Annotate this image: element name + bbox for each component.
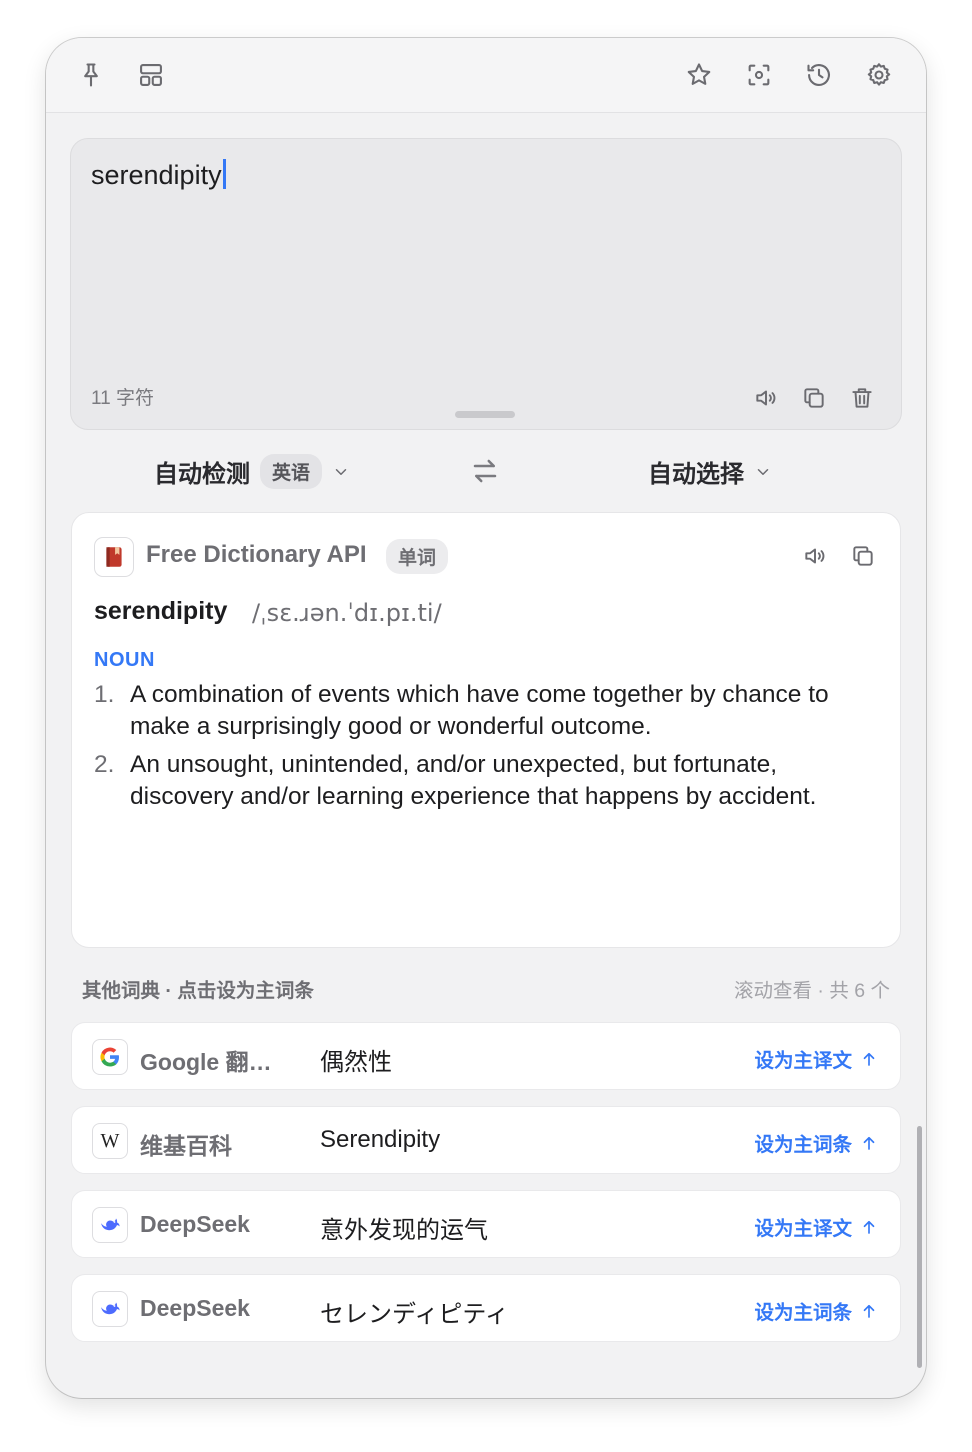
- scrollbar[interactable]: [917, 1126, 922, 1368]
- chevron-down-icon: [754, 463, 772, 481]
- language-row: 自动检测 英语 自动选择: [46, 448, 926, 494]
- definition-item: 1. A combination of events which have com…: [94, 681, 829, 740]
- result-source-name: 维基百科: [140, 1133, 232, 1159]
- google-icon: [92, 1039, 128, 1075]
- other-dictionaries-heading: 其他词典 · 点击设为主词条: [82, 980, 314, 1002]
- source-language-label: 自动检测: [154, 461, 250, 488]
- result-text: 偶然性: [320, 1049, 392, 1076]
- source-text-input[interactable]: serendipity: [91, 159, 226, 191]
- pin-icon[interactable]: [74, 58, 108, 92]
- result-row-wikipedia[interactable]: W 维基百科 Serendipity 设为主词条: [71, 1106, 901, 1174]
- main-dictionary-card: Free Dictionary API 单词 serendipity /ˌsɛ.…: [71, 512, 901, 948]
- trash-icon[interactable]: [847, 383, 877, 413]
- chevron-down-icon: [332, 463, 350, 481]
- scan-icon[interactable]: [742, 58, 776, 92]
- arrow-up-icon: [863, 1220, 875, 1234]
- source-language-selector[interactable]: 自动检测 英语: [154, 454, 350, 489]
- toolbar: [46, 38, 926, 113]
- resize-handle[interactable]: [455, 411, 515, 418]
- result-row-deepseek[interactable]: DeepSeek 意外发现的运气 设为主译文: [71, 1190, 901, 1258]
- result-text: Serendipity: [320, 1126, 441, 1153]
- result-source-name: DeepSeek: [140, 1295, 250, 1321]
- book-icon: [94, 537, 134, 577]
- definition-item: 2. An unsought, unintended, and/or unexpe…: [94, 751, 817, 810]
- detected-language-badge: 英语: [260, 454, 323, 489]
- headword: serendipity: [94, 597, 228, 625]
- result-source-name: DeepSeek: [140, 1211, 250, 1237]
- copy-icon[interactable]: [799, 383, 829, 413]
- scroll-hint: 滚动查看 · 共 6 个: [733, 980, 890, 1002]
- arrow-up-icon: [863, 1136, 875, 1150]
- translator-window: serendipity 11 字符 自动检测 英语 自动选择 Free Dict…: [46, 38, 926, 1398]
- history-icon[interactable]: [802, 58, 836, 92]
- set-primary-button[interactable]: 设为主译文: [754, 1212, 878, 1241]
- deepseek-icon: [92, 1207, 128, 1243]
- result-text: セレンディピティ: [320, 1301, 509, 1328]
- char-count: 11 字符: [91, 388, 155, 409]
- target-language-selector[interactable]: 自动选择: [648, 454, 772, 489]
- result-row-deepseek[interactable]: DeepSeek セレンディピティ 设为主词条: [71, 1274, 901, 1342]
- star-icon[interactable]: [682, 58, 716, 92]
- set-primary-button[interactable]: 设为主词条: [754, 1128, 878, 1157]
- set-primary-button[interactable]: 设为主译文: [754, 1044, 878, 1073]
- result-row-google[interactable]: Google 翻… 偶然性 设为主译文: [71, 1022, 901, 1090]
- gear-icon[interactable]: [862, 58, 896, 92]
- wikipedia-icon: W: [92, 1123, 128, 1159]
- source-text-box[interactable]: serendipity 11 字符: [70, 138, 902, 430]
- phonetic: /ˌsɛ.ɹən.ˈdɪ.pɪ.ti/: [252, 599, 442, 627]
- text-caret: [222, 159, 226, 189]
- source-name: Free Dictionary API: [146, 541, 367, 568]
- arrow-up-icon: [863, 1304, 875, 1318]
- speaker-icon[interactable]: [751, 383, 781, 413]
- layout-icon[interactable]: [134, 58, 168, 92]
- target-language-label: 自动选择: [648, 461, 744, 488]
- word-type-badge: 单词: [386, 539, 449, 574]
- result-source-name: Google 翻…: [140, 1049, 272, 1075]
- part-of-speech: NOUN: [94, 649, 155, 671]
- deepseek-icon: [92, 1291, 128, 1327]
- swap-languages-icon[interactable]: [470, 456, 502, 488]
- set-primary-button[interactable]: 设为主词条: [754, 1296, 878, 1325]
- copy-icon[interactable]: [848, 541, 878, 571]
- definitions-list: 1. A combination of events which have com…: [94, 679, 884, 819]
- speaker-icon[interactable]: [800, 541, 830, 571]
- arrow-up-icon: [863, 1052, 875, 1066]
- result-text: 意外发现的运气: [320, 1217, 488, 1244]
